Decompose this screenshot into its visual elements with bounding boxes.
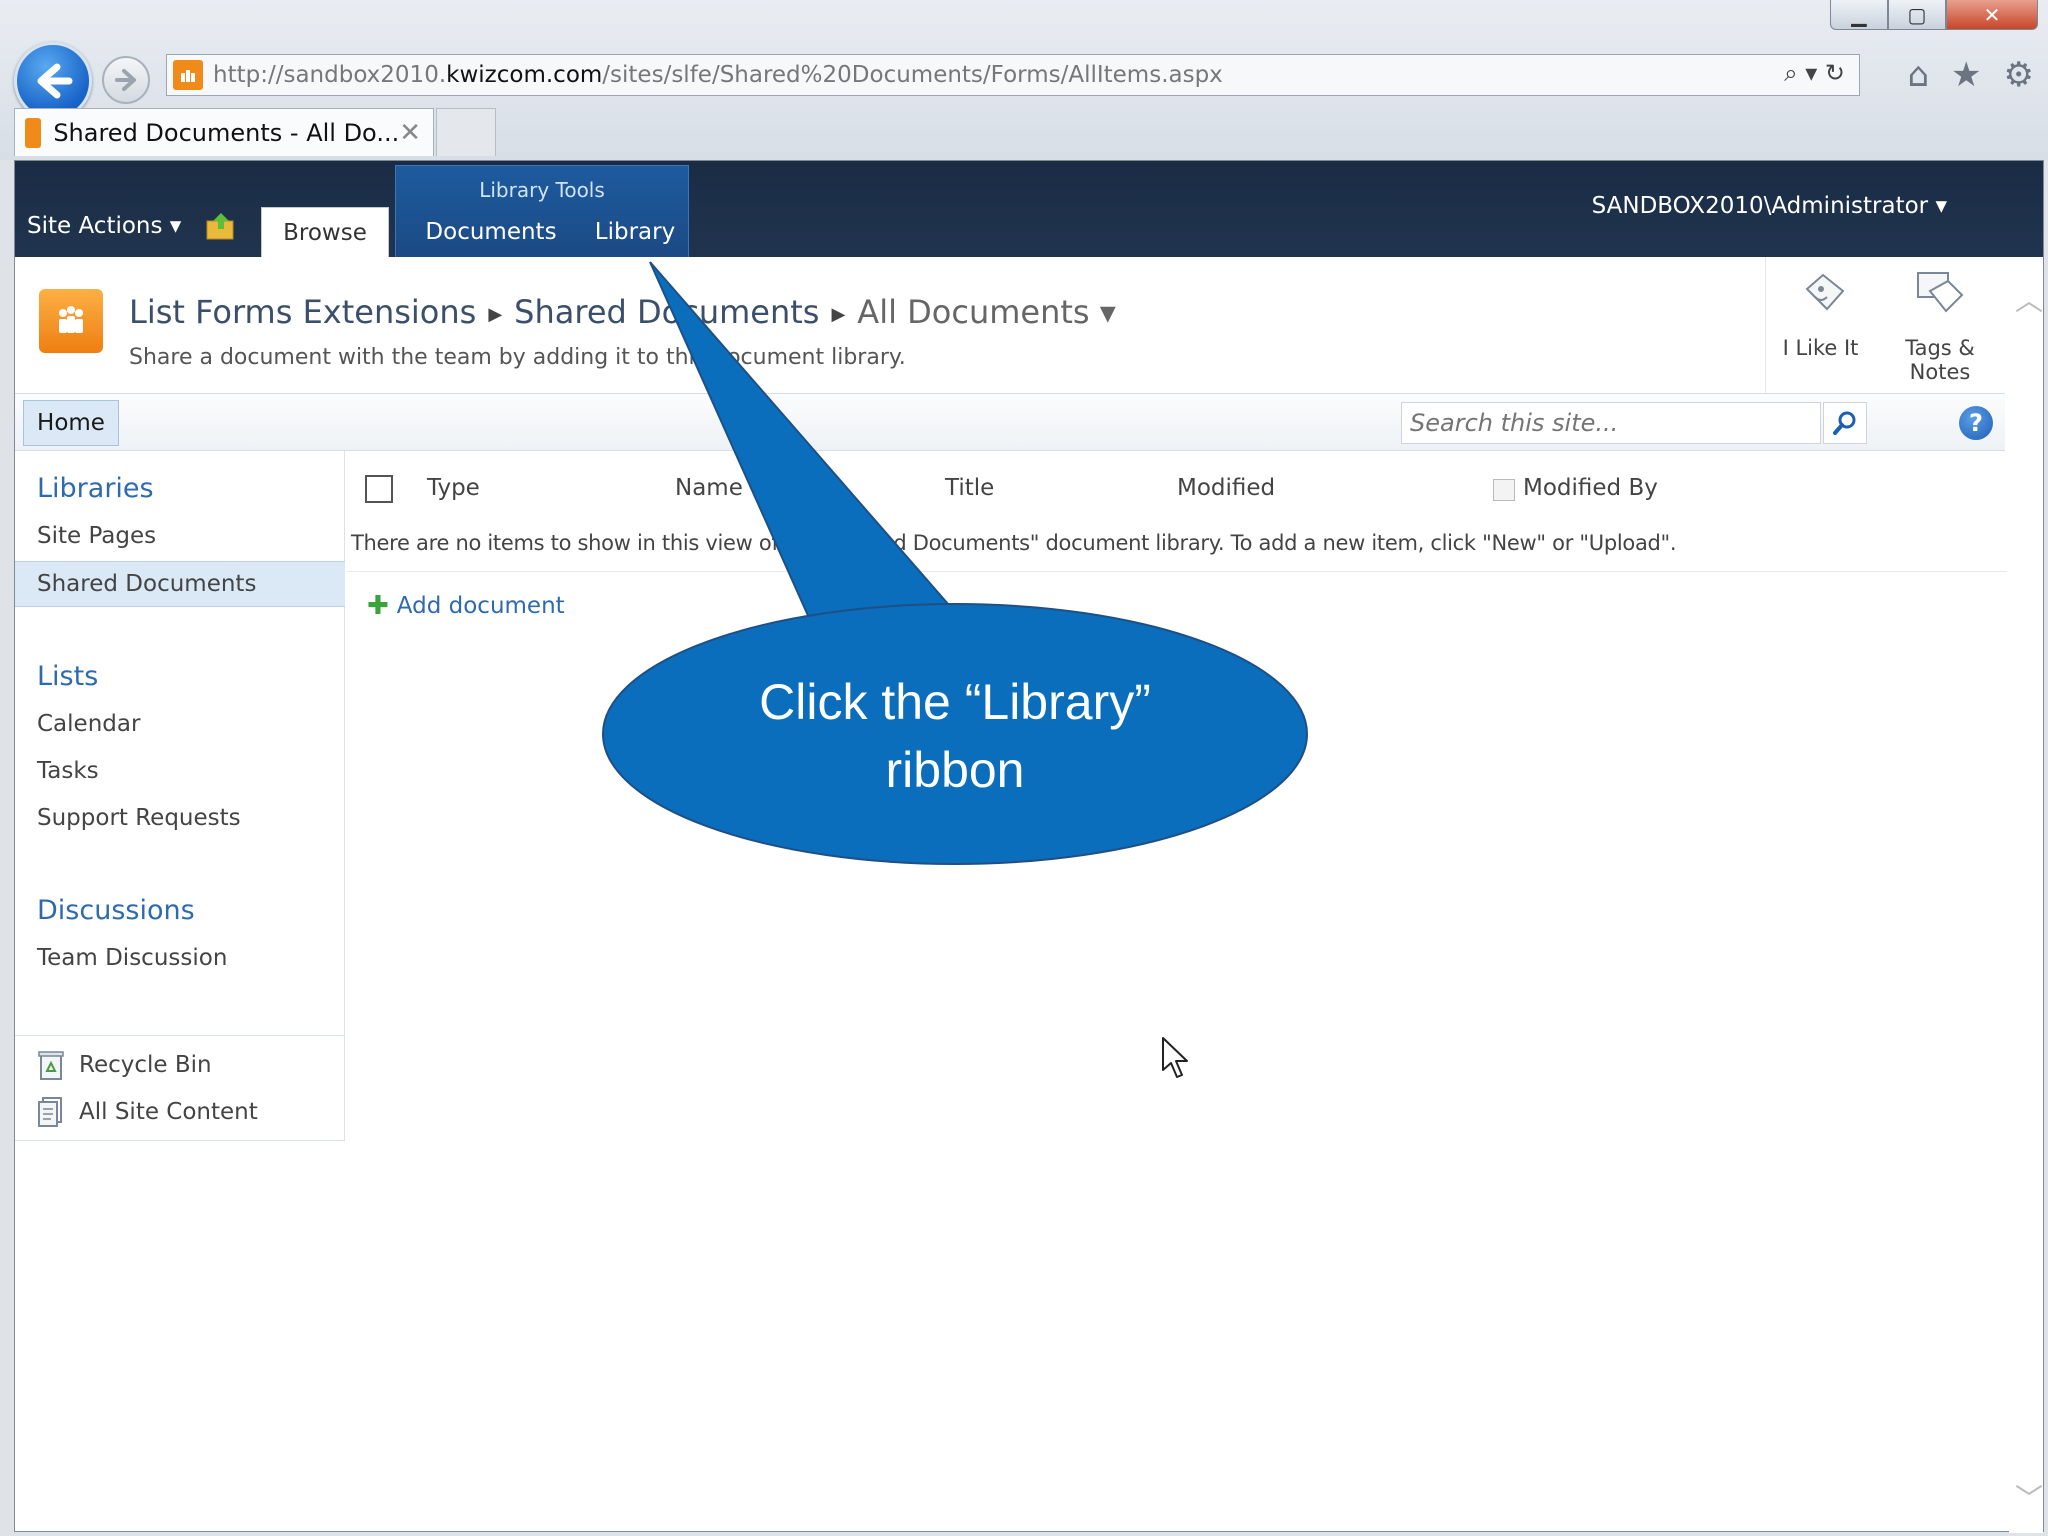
all-site-content-icon [38, 1097, 62, 1127]
ql-divider [15, 1035, 345, 1036]
ql-item-shared-documents[interactable]: Shared Documents [37, 571, 256, 597]
tab-documents[interactable]: Documents [407, 207, 575, 257]
minimize-button[interactable]: ▁ [1830, 0, 1888, 30]
tags-notes-icon [1917, 272, 1964, 313]
address-tools[interactable]: ⌕ ▾ ↻ [1784, 59, 1845, 87]
column-header-title[interactable]: Title [945, 475, 994, 501]
breadcrumb: List Forms Extensions ▶ Shared Documents ▶ A… [129, 293, 1116, 331]
site-favicon-icon [173, 60, 203, 90]
ql-all-site-content[interactable]: All Site Content [37, 1096, 258, 1128]
tab-browse[interactable]: Browse [261, 207, 389, 257]
breadcrumb-separator-icon: ▶ [831, 303, 846, 325]
mouse-cursor-icon [1162, 1037, 1188, 1078]
window-controls: ▁ ▢ ✕ [1830, 0, 2038, 30]
ql-heading-lists[interactable]: Lists [37, 661, 98, 692]
sharepoint-page: Site Actions ▾ Browse Library Tools Docu… [14, 160, 2044, 1533]
scroll-down-icon[interactable]: ﹀ [2015, 1477, 2043, 1517]
navigate-up-icon[interactable] [205, 211, 239, 241]
scroll-up-icon[interactable]: ︿ [2015, 279, 2043, 319]
library-tools-label: Library Tools [479, 178, 605, 202]
back-arrow-icon [37, 63, 73, 99]
ql-item-support-requests[interactable]: Support Requests [37, 805, 241, 831]
breadcrumb-site[interactable]: List Forms Extensions [129, 293, 476, 331]
breadcrumb-library[interactable]: Shared Documents [514, 293, 819, 331]
column-header-type[interactable]: Type [427, 475, 480, 501]
settings-gear-icon[interactable]: ⚙ [2004, 54, 2034, 96]
add-plus-icon: ✚ [367, 591, 389, 621]
top-navigation: Home ? [15, 393, 2005, 451]
title-area: List Forms Extensions ▶ Shared Documents ▶ A… [15, 257, 1745, 393]
ql-item-tasks[interactable]: Tasks [37, 758, 99, 784]
column-header-modified[interactable]: Modified [1177, 475, 1275, 501]
recycle-bin-icon [38, 1051, 64, 1080]
user-menu[interactable]: SANDBOX2010\Administrator ▾ [1592, 193, 1947, 219]
tab-close-icon[interactable]: ✕ [399, 118, 421, 148]
select-all-checkbox[interactable] [365, 475, 393, 503]
favorites-star-icon[interactable]: ★ [1951, 54, 1981, 96]
search-input[interactable] [1401, 402, 1821, 444]
column-header-modified-by[interactable]: Modified By [1523, 475, 1658, 501]
callout-text: Click the “Library” ribbon [602, 668, 1308, 804]
topnav-home[interactable]: Home [23, 400, 119, 446]
url-text: http://sandbox2010.kwizcom.com/sites/slf… [213, 62, 1223, 88]
list-view: Type Name Title Modified Modified By The… [347, 451, 2007, 1451]
tags-notes-label-1: Tags & [1905, 336, 1975, 360]
close-window-button[interactable]: ✕ [1946, 0, 2038, 30]
ql-heading-discussions[interactable]: Discussions [37, 895, 195, 926]
maximize-button[interactable]: ▢ [1888, 0, 1946, 30]
tab-favicon-icon [25, 117, 42, 148]
tab-library[interactable]: Library [585, 207, 685, 257]
ql-item-calendar[interactable]: Calendar [37, 711, 140, 737]
like-tag-icon [1805, 273, 1844, 311]
forward-arrow-icon [115, 69, 136, 91]
browser-chrome: ▁ ▢ ✕ http://sandbox2010.kwizcom.com/sit… [0, 0, 2048, 160]
column-header-name[interactable]: Name [675, 475, 743, 501]
address-bar[interactable]: http://sandbox2010.kwizcom.com/sites/slf… [166, 54, 1860, 96]
i-like-it-button[interactable]: I Like It [1765, 257, 1875, 393]
add-document-link[interactable]: ✚ Add document [367, 591, 565, 621]
column-filter-checkbox[interactable] [1493, 479, 1515, 501]
home-icon[interactable]: ⌂ [1907, 54, 1929, 96]
ql-heading-libraries[interactable]: Libraries [37, 473, 154, 504]
tab-title: Shared Documents - All Do... [53, 118, 400, 147]
list-separator [347, 571, 2007, 572]
site-logo-icon[interactable] [39, 289, 103, 353]
new-tab-button[interactable] [436, 108, 496, 156]
callout-line-2: ribbon [885, 742, 1025, 798]
ribbon-bar: Site Actions ▾ Browse Library Tools Docu… [15, 161, 2043, 257]
empty-list-message: There are no items to show in this view … [351, 531, 1677, 555]
site-actions-menu[interactable]: Site Actions ▾ [27, 213, 181, 239]
all-site-content-label: All Site Content [79, 1099, 258, 1125]
search-button[interactable] [1823, 402, 1867, 444]
page-description: Share a document with the team by adding… [129, 345, 906, 370]
tags-notes-button[interactable]: Tags & Notes [1885, 257, 1995, 393]
callout-line-1: Click the “Library” [759, 674, 1151, 730]
ql-item-team-discussion[interactable]: Team Discussion [37, 945, 227, 971]
browser-tab[interactable]: Shared Documents - All Do... ✕ [14, 108, 434, 156]
vertical-scrollbar[interactable]: ︿ ﹀ [2009, 257, 2043, 1533]
ql-item-site-pages[interactable]: Site Pages [37, 523, 156, 549]
breadcrumb-view-menu[interactable]: All Documents ▾ [857, 293, 1116, 331]
quick-launch: Libraries Site Pages Shared Documents Li… [15, 451, 345, 1141]
i-like-it-label: I Like It [1782, 336, 1859, 360]
tags-notes-label-2: Notes [1909, 360, 1971, 384]
breadcrumb-separator-icon: ▶ [488, 303, 503, 325]
help-icon[interactable]: ? [1959, 406, 1993, 440]
search-icon [1833, 411, 1856, 435]
browser-toolbar-icons: ⌂ ★ ⚙ [1907, 54, 2034, 96]
recycle-bin-label: Recycle Bin [79, 1052, 212, 1078]
forward-button[interactable] [102, 56, 150, 104]
add-document-label: Add document [396, 593, 565, 619]
ql-recycle-bin[interactable]: Recycle Bin [37, 1049, 212, 1081]
